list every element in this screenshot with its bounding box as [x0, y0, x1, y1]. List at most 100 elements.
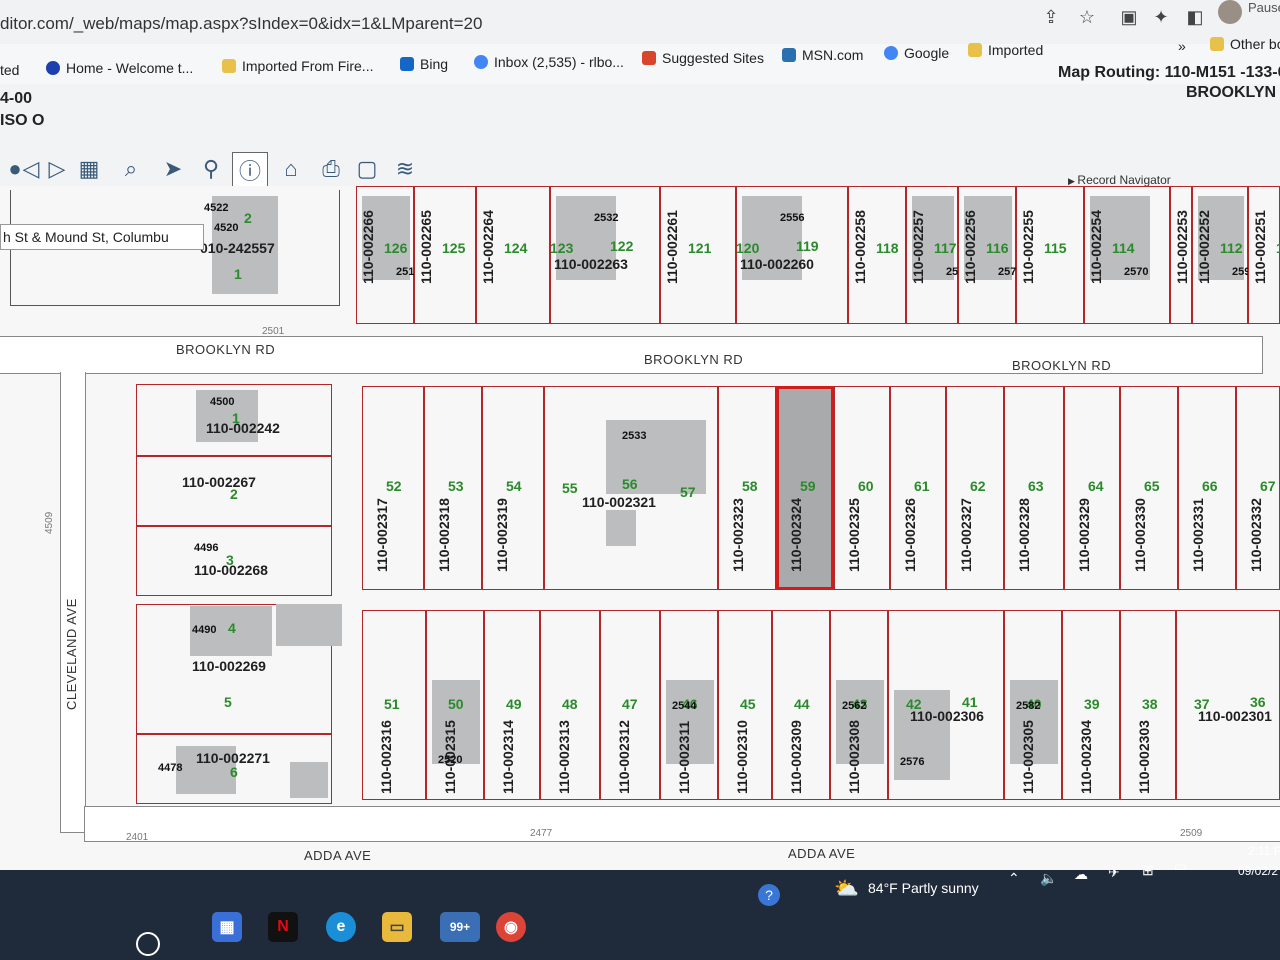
share-icon[interactable]: ⇪: [1040, 6, 1062, 28]
network-icon[interactable]: ⊞: [1142, 862, 1154, 879]
volume-icon[interactable]: 🔈: [1040, 870, 1057, 887]
building-footprint: [290, 762, 328, 798]
url-field[interactable]: ditor.com/_web/maps/map.aspx?sIndex=0&id…: [0, 14, 482, 34]
mail-badge: 99+: [449, 920, 471, 934]
clock-date[interactable]: 09/02/2: [1238, 864, 1278, 878]
lot-number: 126: [384, 240, 408, 256]
parcel-id: 110-002318: [436, 498, 452, 572]
parcel-address: 4490: [192, 624, 217, 636]
block-number: 2501: [262, 326, 285, 337]
puzzle-icon[interactable]: ✦: [1150, 6, 1172, 28]
airplane-icon[interactable]: ✈: [1108, 864, 1120, 881]
weather-text[interactable]: 84°F Partly sunny: [868, 880, 979, 896]
bookmark-item[interactable]: Imported From Fire...: [222, 58, 373, 74]
lot-number: 125: [442, 240, 466, 256]
bookmark-item[interactable]: Imported: [968, 42, 1043, 58]
weather-cloud-icon: ⛅: [834, 878, 859, 900]
folder-icon: [222, 59, 236, 73]
parcel-address: 4478: [158, 762, 183, 774]
parcel-id: 110-002312: [616, 720, 632, 794]
parcel-id: 110-002256: [962, 210, 978, 284]
other-bookmarks[interactable]: Other bo: [1210, 36, 1280, 52]
favorite-star-icon[interactable]: ☆: [1076, 6, 1098, 28]
parcel-id: 010-242557: [200, 240, 275, 256]
road-label: BROOKLYN RD: [176, 342, 276, 357]
parcel-id: 110-002251: [1252, 210, 1268, 284]
bookmark-label: Imported From Fire...: [242, 58, 374, 74]
parcel-id: 110-002264: [480, 210, 496, 284]
lot-number: 36: [1250, 694, 1266, 710]
bookmark-item[interactable]: Home - Welcome t...: [46, 60, 193, 76]
lot-number: 119: [796, 238, 819, 254]
chrome-icon[interactable]: ◉: [496, 912, 526, 942]
chevron-right-icon: ▶: [1068, 176, 1078, 186]
parcel-id: 110-002304: [1078, 720, 1094, 794]
profile-avatar[interactable]: [1218, 0, 1242, 24]
record-navigator-label: Record Navigator: [1077, 173, 1171, 187]
parcel-id: 110-002253: [1174, 210, 1190, 284]
parcel-id: 110-002323: [730, 498, 746, 572]
lot-number: 54: [506, 478, 522, 494]
header-left-line2: ISO O: [0, 112, 45, 129]
battery-icon[interactable]: ▭: [1174, 858, 1187, 875]
google-icon: [884, 46, 898, 60]
info-icon[interactable]: ⓘ: [232, 152, 268, 188]
road-label: BROOKLYN RD: [1012, 358, 1112, 373]
parcel-address: 2570: [1124, 266, 1149, 278]
suggested-sites-icon: [642, 51, 656, 65]
parcel-id: 110-002267: [182, 474, 256, 490]
parcel-id: 110-002268: [194, 562, 268, 578]
lot-number: 2: [230, 486, 238, 502]
pause-button[interactable]: Pause: [1248, 0, 1280, 15]
more-bookmarks-button[interactable]: »: [1178, 38, 1186, 54]
lot-number: 67: [1260, 478, 1276, 494]
search-icon[interactable]: [136, 932, 160, 956]
layers-icon[interactable]: ≋: [390, 154, 420, 184]
bookmark-item[interactable]: MSN.com: [782, 47, 863, 63]
lot-number: 57: [680, 484, 696, 500]
print-icon[interactable]: ⎙: [316, 154, 346, 184]
forward-arrow-icon[interactable]: ▷: [42, 154, 72, 184]
bookmark-item[interactable]: Inbox (2,535) - rlbo...: [474, 54, 624, 70]
lot-number: 112: [1220, 240, 1243, 256]
cloud-icon[interactable]: ☁: [1074, 866, 1088, 883]
parcel-address: 2576: [900, 756, 925, 768]
start-grid-icon[interactable]: ▦: [212, 912, 242, 942]
select-pointer-icon[interactable]: ➤: [158, 154, 188, 184]
parcel-id: 110-002258: [852, 210, 868, 284]
lot-number: 45: [740, 696, 756, 712]
edge-browser-icon[interactable]: e: [326, 912, 356, 942]
map-grid-icon[interactable]: ▦: [74, 154, 104, 184]
bookmark-label: Imported: [988, 42, 1044, 58]
road-label: BROOKLYN RD: [644, 352, 744, 367]
extension-icon[interactable]: ▣: [1118, 6, 1140, 28]
help-icon[interactable]: ?: [758, 884, 780, 906]
lot-number: 4: [228, 620, 236, 636]
tray-chevron-up-icon[interactable]: ⌃: [1008, 870, 1020, 887]
bookmark-item[interactable]: ted: [0, 62, 19, 78]
lot-number: 37: [1194, 696, 1210, 712]
zoom-select-icon[interactable]: ⌕: [116, 154, 146, 184]
lot-number: 42: [906, 696, 922, 712]
bookmark-label: Bing: [420, 56, 449, 72]
parcel-lot-3[interactable]: [136, 526, 332, 596]
parcel-id: 110-002317: [374, 498, 390, 572]
bookmark-item[interactable]: Bing: [400, 56, 448, 72]
parcel-id: 110-002326: [902, 498, 918, 572]
measure-icon[interactable]: ⌂: [276, 154, 306, 184]
lot-number: 121: [688, 240, 712, 256]
bookmark-item[interactable]: Google: [884, 45, 949, 61]
identify-pointer-icon[interactable]: ⚲: [196, 154, 226, 184]
road-label: ADDA AVE: [788, 846, 856, 861]
bookmark-item[interactable]: Suggested Sites: [642, 50, 764, 66]
parcel-id: 110-002319: [494, 498, 510, 572]
mail-icon[interactable]: 99+: [440, 912, 480, 942]
file-explorer-icon[interactable]: ▭: [382, 912, 412, 942]
lot-number: 59: [800, 478, 816, 494]
lot-number: 123: [550, 240, 574, 256]
clock-time[interactable]: 2:11 P: [1248, 844, 1280, 858]
lot-number: 118: [876, 240, 899, 256]
full-extent-icon[interactable]: ▢: [352, 154, 382, 184]
netflix-icon[interactable]: N: [268, 912, 298, 942]
split-screen-icon[interactable]: ◧: [1184, 6, 1206, 28]
